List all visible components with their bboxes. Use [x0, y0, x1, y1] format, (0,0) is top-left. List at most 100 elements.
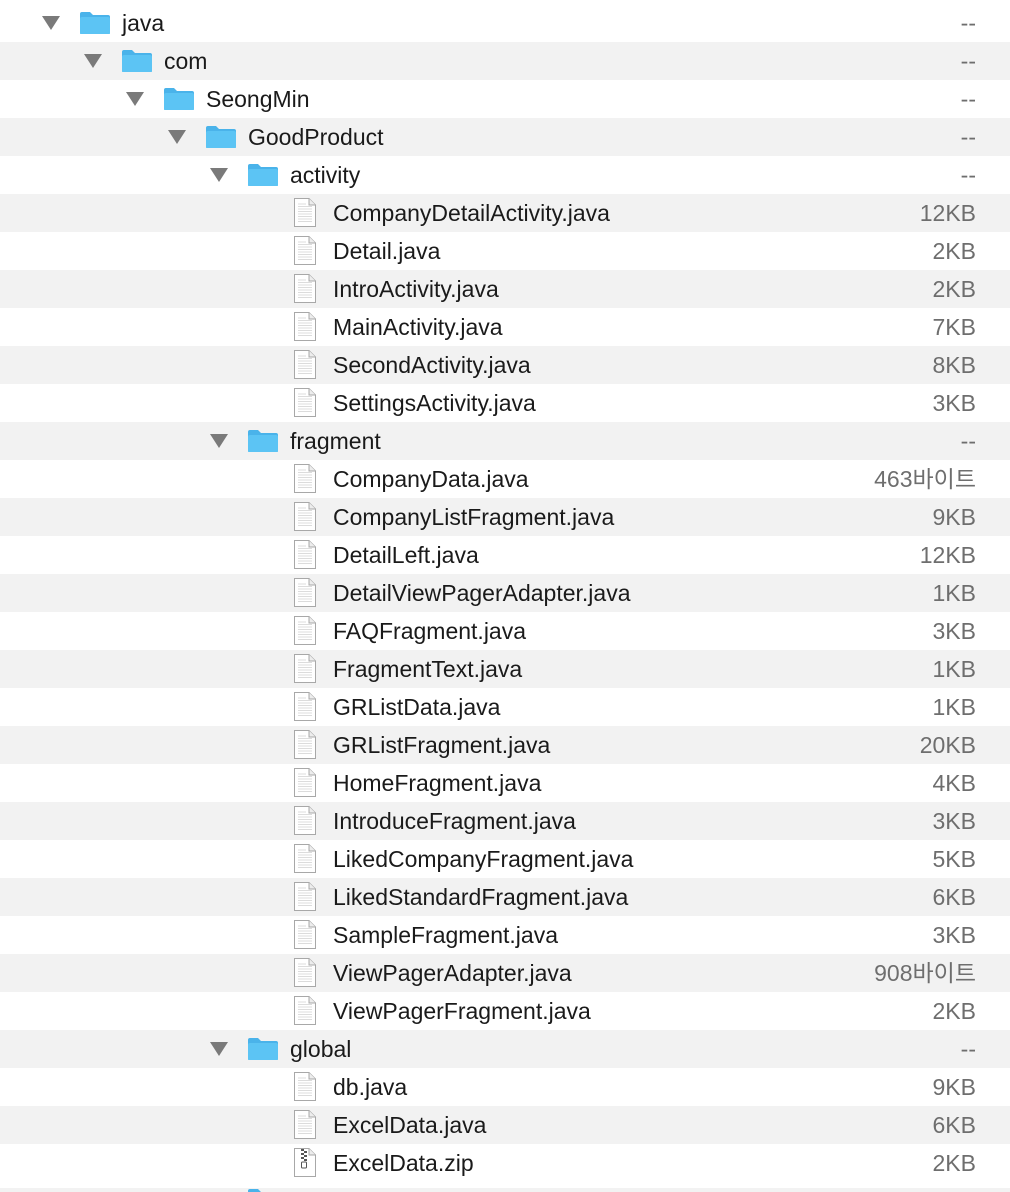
java-file-icon: [293, 919, 317, 950]
item-name: ViewPagerFragment.java: [333, 998, 591, 1024]
java-file-icon: [293, 805, 317, 836]
java-file-icon: [293, 1109, 317, 1140]
file-row[interactable]: CompanyListFragment.java 9KB: [0, 498, 1010, 536]
file-row[interactable]: HomeFragment.java 4KB: [0, 764, 1010, 802]
item-name: GRListData.java: [333, 694, 501, 720]
java-file-icon: [293, 235, 317, 266]
folder-row[interactable]: global --: [0, 1030, 1010, 1068]
item-size: --: [960, 428, 976, 454]
item-size: 2KB: [932, 276, 976, 302]
item-name: activity: [290, 162, 361, 188]
disclosure-triangle-icon[interactable]: [84, 54, 102, 68]
java-file-icon: [293, 539, 317, 570]
item-size: 2KB: [932, 1150, 976, 1176]
java-file-icon: [293, 273, 317, 304]
java-file-icon: [293, 501, 317, 532]
file-row[interactable]: GRListData.java 1KB: [0, 688, 1010, 726]
file-row[interactable]: Detail.java 2KB: [0, 232, 1010, 270]
item-name: SecondActivity.java: [333, 352, 531, 378]
item-name: LikedStandardFragment.java: [333, 884, 629, 910]
file-row[interactable]: SecondActivity.java 8KB: [0, 346, 1010, 384]
folder-icon: [247, 1037, 279, 1061]
item-size: --: [960, 124, 976, 150]
java-file-icon: [293, 349, 317, 380]
item-size: --: [960, 1036, 976, 1062]
file-row[interactable]: FAQFragment.java 3KB: [0, 612, 1010, 650]
java-file-icon: [293, 957, 317, 988]
item-size: 2KB: [932, 238, 976, 264]
java-file-icon: [293, 197, 317, 228]
item-size: 3KB: [932, 618, 976, 644]
file-row[interactable]: ViewPagerFragment.java 2KB: [0, 992, 1010, 1030]
folder-row[interactable]: com --: [0, 42, 1010, 80]
file-row[interactable]: DetailLeft.java 12KB: [0, 536, 1010, 574]
item-name: IntroduceFragment.java: [333, 808, 576, 834]
file-row[interactable]: IntroduceFragment.java 3KB: [0, 802, 1010, 840]
file-row[interactable]: ViewPagerAdapter.java 908바이트: [0, 954, 1010, 992]
file-row[interactable]: db.java 9KB: [0, 1068, 1010, 1106]
item-size: 463바이트: [874, 466, 976, 492]
item-size: 20KB: [919, 732, 976, 758]
file-row[interactable]: GRListFragment.java 20KB: [0, 726, 1010, 764]
disclosure-triangle-icon[interactable]: [42, 16, 60, 30]
file-row[interactable]: CompanyDetailActivity.java 12KB: [0, 194, 1010, 232]
java-file-icon: [293, 311, 317, 342]
file-row[interactable]: SettingsActivity.java 3KB: [0, 384, 1010, 422]
item-name: CompanyListFragment.java: [333, 504, 615, 530]
java-file-icon: [293, 881, 317, 912]
item-size: --: [960, 162, 976, 188]
file-row[interactable]: LikedCompanyFragment.java 5KB: [0, 840, 1010, 878]
item-name: GoodProduct: [248, 124, 384, 150]
file-row[interactable]: CompanyData.java 463바이트: [0, 460, 1010, 498]
java-file-icon: [293, 653, 317, 684]
folder-row[interactable]: fragment --: [0, 422, 1010, 460]
item-name: fragment: [290, 428, 381, 454]
item-name: ExcelData.zip: [333, 1150, 474, 1176]
item-size: 2KB: [932, 998, 976, 1024]
folder-icon: [247, 429, 279, 453]
folder-icon: [163, 87, 195, 111]
item-size: 3KB: [932, 922, 976, 948]
folder-row[interactable]: GoodProduct --: [0, 118, 1010, 156]
item-size: 6KB: [932, 884, 976, 910]
item-size: 8KB: [932, 352, 976, 378]
java-file-icon: [293, 843, 317, 874]
disclosure-triangle-icon[interactable]: [210, 434, 228, 448]
item-size: 3KB: [932, 808, 976, 834]
item-name: SampleFragment.java: [333, 922, 558, 948]
file-row[interactable]: SampleFragment.java 3KB: [0, 916, 1010, 954]
item-name: LikedCompanyFragment.java: [333, 846, 634, 872]
java-file-icon: [293, 995, 317, 1026]
item-name: DetailLeft.java: [333, 542, 479, 568]
item-size: 1KB: [932, 580, 976, 606]
item-name: HomeFragment.java: [333, 770, 542, 796]
file-row[interactable]: LikedStandardFragment.java 6KB: [0, 878, 1010, 916]
zip-file-icon: [293, 1147, 317, 1178]
folder-row[interactable]: SeongMin --: [0, 80, 1010, 118]
partial-next-row[interactable]: [0, 1188, 1010, 1192]
folder-row[interactable]: activity --: [0, 156, 1010, 194]
item-size: 9KB: [932, 1074, 976, 1100]
disclosure-triangle-icon[interactable]: [168, 130, 186, 144]
file-row[interactable]: FragmentText.java 1KB: [0, 650, 1010, 688]
item-name: IntroActivity.java: [333, 276, 499, 302]
item-size: --: [960, 10, 976, 36]
file-row[interactable]: DetailViewPagerAdapter.java 1KB: [0, 574, 1010, 612]
file-list: java -- com -- SeongMin -- GoodProduct -- activi…: [0, 4, 1010, 1182]
file-row[interactable]: IntroActivity.java 2KB: [0, 270, 1010, 308]
folder-icon: [247, 1188, 279, 1192]
item-size: 5KB: [932, 846, 976, 872]
java-file-icon: [293, 463, 317, 494]
file-row[interactable]: MainActivity.java 7KB: [0, 308, 1010, 346]
java-file-icon: [293, 577, 317, 608]
disclosure-triangle-icon[interactable]: [126, 92, 144, 106]
file-row[interactable]: ExcelData.java 6KB: [0, 1106, 1010, 1144]
disclosure-triangle-icon[interactable]: [210, 168, 228, 182]
java-file-icon: [293, 615, 317, 646]
disclosure-triangle-icon[interactable]: [210, 1042, 228, 1056]
item-size: 908바이트: [874, 960, 976, 986]
folder-icon: [205, 125, 237, 149]
folder-row[interactable]: java --: [0, 4, 1010, 42]
item-name: MainActivity.java: [333, 314, 503, 340]
file-row[interactable]: ExcelData.zip 2KB: [0, 1144, 1010, 1182]
